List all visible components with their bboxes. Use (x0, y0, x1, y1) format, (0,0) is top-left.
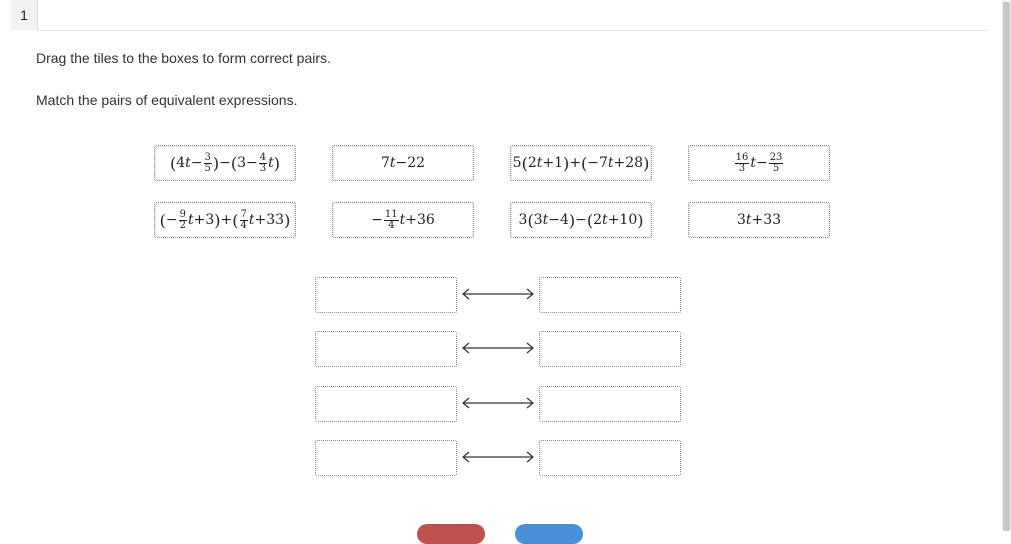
header-divider (37, 30, 987, 31)
double-arrow-icon (462, 397, 534, 409)
drop-box-right-2[interactable] (539, 331, 681, 367)
tile-expression-8[interactable]: 3 t +33 (688, 202, 830, 238)
drop-box-right-4[interactable] (539, 440, 681, 476)
instruction-match: Match the pairs of equivalent expression… (36, 92, 298, 108)
scrollbar[interactable] (1002, 0, 1011, 531)
tile-expression-7[interactable]: 3(3 t −4) −(2 t +10) (510, 202, 652, 238)
tile-expression-3[interactable]: 5(2 t +1) +(−7 t +28) (510, 145, 652, 181)
question-number: 1 (11, 0, 38, 30)
tile-expression-2[interactable]: 7 t −22 (332, 145, 474, 181)
double-arrow-icon (462, 451, 534, 463)
tile-expression-6[interactable]: −11 4 t +36 (332, 202, 474, 238)
tile-expression-5[interactable]: (−9 2 t +3) +(7 4 t +33) (154, 202, 296, 238)
double-arrow-icon (462, 288, 534, 300)
reset-button[interactable] (417, 524, 485, 544)
tile-expression-4[interactable]: 16 3 t −23 5 (688, 145, 830, 181)
instruction-drag: Drag the tiles to the boxes to form corr… (36, 50, 331, 66)
drop-box-left-3[interactable] (315, 386, 457, 422)
drop-box-left-4[interactable] (315, 440, 457, 476)
tile-expression-1[interactable]: (4 t −3 5) −(3− 4 3 t) (154, 145, 296, 181)
drop-box-right-3[interactable] (539, 386, 681, 422)
drop-box-left-1[interactable] (315, 277, 457, 313)
double-arrow-icon (462, 342, 534, 354)
scrollbar-thumb[interactable] (1003, 2, 1010, 531)
drop-box-right-1[interactable] (539, 277, 681, 313)
drop-box-left-2[interactable] (315, 331, 457, 367)
next-button[interactable] (515, 524, 583, 544)
